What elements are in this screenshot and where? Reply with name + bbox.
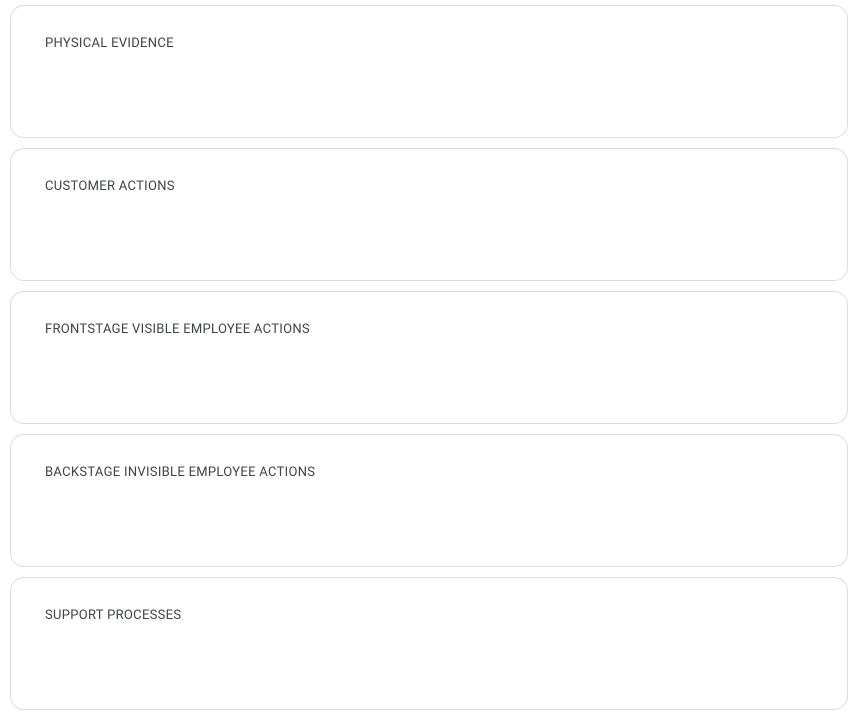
lane-title: BACKSTAGE INVISIBLE EMPLOYEE ACTIONS <box>45 465 813 480</box>
lane-title: FRONTSTAGE VISIBLE EMPLOYEE ACTIONS <box>45 322 813 337</box>
lane-backstage-invisible-employee-actions: BACKSTAGE INVISIBLE EMPLOYEE ACTIONS <box>10 434 848 567</box>
lane-physical-evidence: PHYSICAL EVIDENCE <box>10 5 848 138</box>
lane-frontstage-visible-employee-actions: FRONTSTAGE VISIBLE EMPLOYEE ACTIONS <box>10 291 848 424</box>
lane-title: CUSTOMER ACTIONS <box>45 179 813 194</box>
lane-customer-actions: CUSTOMER ACTIONS <box>10 148 848 281</box>
lane-support-processes: SUPPORT PROCESSES <box>10 577 848 710</box>
lane-title: PHYSICAL EVIDENCE <box>45 36 813 51</box>
lane-title: SUPPORT PROCESSES <box>45 608 813 623</box>
